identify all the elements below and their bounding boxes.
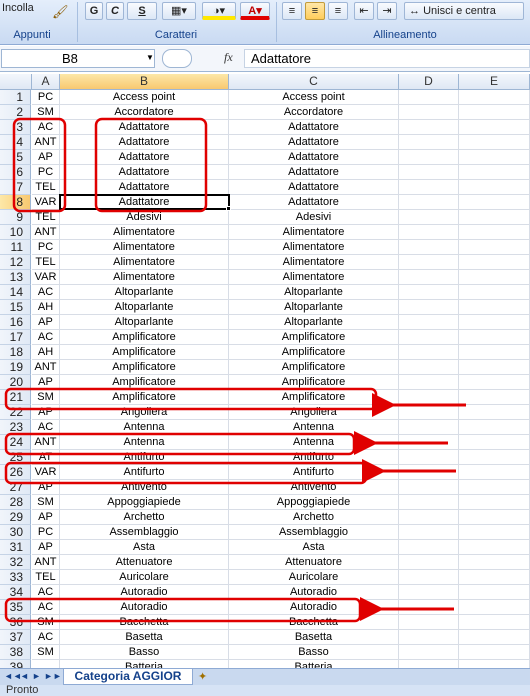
annotation-box-row-35 (4, 597, 362, 623)
underline-button[interactable]: S (127, 2, 157, 20)
align-center-button[interactable]: ≡ (305, 2, 325, 20)
paste-label: Incolla (2, 2, 34, 14)
annotation-box-row-24 (4, 432, 356, 456)
status-bar: Pronto (0, 685, 530, 696)
merge-icon: ↔ (409, 5, 420, 17)
new-sheet-icon[interactable]: ✦ (198, 670, 207, 683)
annotation-box-row-21 (4, 387, 378, 411)
bold-button[interactable]: G (85, 2, 103, 20)
annotation-box-row-26 (4, 461, 368, 485)
borders-button[interactable]: ▦▾ (162, 2, 196, 20)
divider (276, 2, 277, 42)
font-group-label: Caratteri (154, 29, 198, 41)
clipboard-group-label: Appunti (13, 29, 51, 41)
font-color-icon: A▾ (248, 5, 262, 17)
name-box[interactable]: B8 (1, 49, 155, 68)
align-center-icon: ≡ (311, 5, 319, 17)
align-right-icon: ≡ (334, 5, 342, 17)
align-right-button[interactable]: ≡ (328, 2, 348, 20)
next-sheet-icon[interactable]: ► (32, 671, 41, 681)
annotation-box-col-b (94, 117, 208, 213)
align-left-icon: ≡ (288, 5, 296, 17)
annotation-box-col-a (12, 117, 67, 213)
align-left-button[interactable]: ≡ (282, 2, 302, 20)
format-painter-icon[interactable]: 🖌 (52, 4, 69, 20)
merge-center-button[interactable]: ↔ Unisci e centra (404, 2, 524, 20)
sheet-tab-bar: ◄◄ ◄ ► ►► Categoria AGGIOR ✦ (0, 668, 530, 685)
indent-right-icon: ⇥ (382, 5, 392, 17)
sheet-tab-categoria-aggior[interactable]: Categoria AGGIOR (63, 669, 193, 685)
prev-sheet-icon[interactable]: ◄ (20, 671, 29, 681)
alignment-group-label: Allineamento (373, 29, 437, 41)
decrease-indent-button[interactable]: ⇤ (354, 2, 374, 20)
formula-input[interactable]: Adattatore (244, 49, 530, 68)
fill-bucket-icon: ◑▾ (212, 5, 226, 17)
divider (77, 2, 78, 42)
paste-button[interactable]: Incolla (2, 0, 46, 18)
formula-bar: B8 ▼ fx Adattatore (0, 46, 530, 72)
insert-function-icon[interactable]: fx (224, 50, 233, 65)
spreadsheet-grid: A B C D E 1 PC Access point Access point 2 SM… (0, 74, 530, 668)
last-sheet-icon[interactable]: ►► (44, 671, 62, 681)
indent-left-icon: ⇤ (359, 5, 369, 17)
annotation-layer (4, 117, 466, 623)
ribbon: Incolla 🖌 Appunti G C S ▦▾ ◑▾ A▾ Caratte… (0, 0, 530, 45)
chevron-down-icon[interactable]: ▼ (146, 53, 154, 62)
fill-color-button[interactable]: ◑▾ (202, 2, 236, 20)
font-color-button[interactable]: A▾ (240, 2, 270, 20)
italic-button[interactable]: C (106, 2, 124, 20)
formula-divider (162, 49, 192, 68)
increase-indent-button[interactable]: ⇥ (377, 2, 397, 20)
merge-label: Unisci e centra (423, 5, 496, 17)
borders-icon: ▦▾ (171, 5, 187, 17)
